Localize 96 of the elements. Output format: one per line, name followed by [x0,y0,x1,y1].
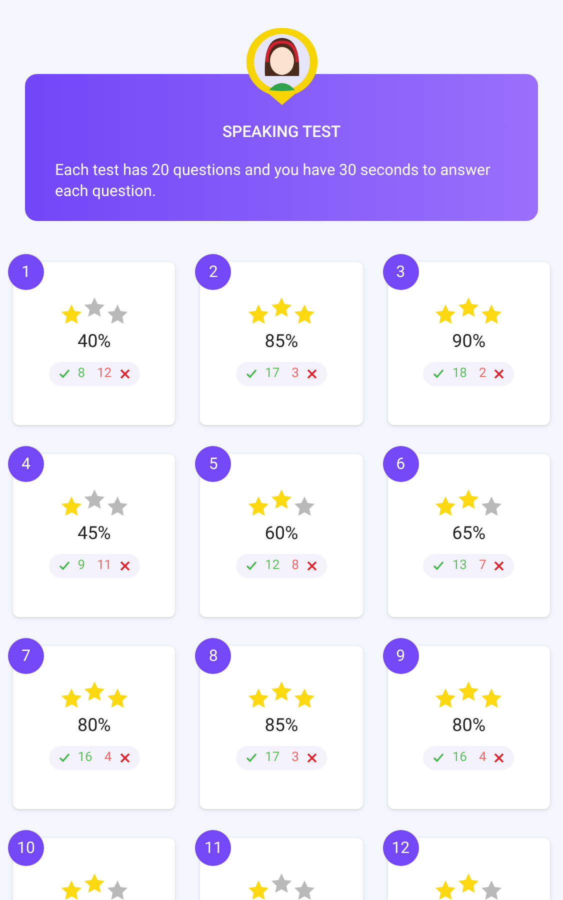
test-number: 6 [382,446,419,482]
star-icon [106,303,129,326]
test-number: 9 [382,638,419,674]
star-icon [434,879,458,900]
wrong-count: 12 [97,365,112,384]
wrong-count: 2 [478,365,486,384]
score-percent: 80% [77,714,111,738]
star-icon [246,687,270,710]
avatar-icon [245,26,319,106]
test-number: 5 [195,446,232,482]
cross-icon [494,369,504,379]
check-icon [246,753,258,763]
score-percent: 65% [452,522,486,546]
cross-icon [306,561,317,571]
star-icon [434,303,458,326]
cross-icon [306,753,317,763]
cross-icon [120,369,130,379]
cross-icon [494,561,504,571]
star-icon [82,488,106,511]
test-number: 7 [8,638,44,674]
check-icon [433,561,444,571]
test-description: Each test has 20 questions and you have 30 seconds to answer each question. [55,160,492,202]
star-icon [246,879,270,900]
star-icon [106,687,129,710]
check-icon [58,561,70,571]
test-number: 2 [195,254,232,290]
star-icon [60,687,83,710]
wrong-count: 11 [97,557,112,576]
check-icon [58,753,70,763]
correct-count: 8 [78,365,85,384]
correct-count: 13 [452,557,467,576]
correct-count: 18 [452,365,467,384]
correct-count: 16 [452,749,467,768]
test-number: 4 [8,446,44,482]
star-icon [270,296,293,319]
star-icon [106,879,129,900]
score-percent: 40% [77,330,111,354]
star-icon [292,495,316,518]
score-percent: 60% [264,522,298,546]
check-icon [58,369,70,379]
correct-count: 17 [265,749,280,768]
star-icon [292,879,316,900]
test-number: 11 [195,830,232,866]
wrong-count: 3 [292,365,299,384]
star-icon [82,872,106,895]
star-icon [246,495,270,518]
check-icon [433,369,444,379]
star-icon [480,879,504,900]
score-percent: 45% [77,522,111,546]
test-number: 8 [195,638,232,674]
star-icon [480,495,504,518]
star-icon [82,680,106,703]
star-icon [82,296,106,319]
test-title: SPEAKING TEST [222,121,341,143]
check-icon [433,753,444,763]
star-icon [457,872,480,895]
score-percent: 85% [264,330,298,354]
test-number: 12 [382,830,419,866]
wrong-count: 4 [104,749,112,768]
star-icon [60,303,83,326]
score-percent: 85% [264,714,298,738]
star-icon [270,488,293,511]
star-icon [292,687,316,710]
check-icon [246,369,258,379]
correct-count: 12 [265,557,280,576]
cross-icon [120,753,130,763]
star-icon [457,488,480,511]
test-number: 3 [382,254,419,290]
star-icon [457,680,480,703]
wrong-count: 8 [292,557,299,576]
wrong-count: 3 [292,749,299,768]
test-number: 1 [8,254,44,290]
star-icon [60,879,83,900]
test-number: 10 [8,830,44,866]
star-icon [457,296,480,319]
star-icon [480,687,504,710]
wrong-count: 4 [478,749,486,768]
cross-icon [306,369,317,379]
star-icon [434,687,458,710]
correct-count: 17 [265,365,280,384]
check-icon [246,561,258,571]
cross-icon [494,753,504,763]
star-icon [480,303,504,326]
star-icon [60,495,83,518]
cross-icon [120,561,130,571]
star-icon [292,303,316,326]
score-percent: 90% [452,330,486,354]
star-icon [246,303,270,326]
wrong-count: 7 [478,557,486,576]
star-icon [434,495,458,518]
correct-count: 9 [78,557,85,576]
star-icon [270,680,293,703]
star-icon [270,872,293,895]
correct-count: 16 [78,749,92,768]
score-percent: 80% [452,714,486,738]
star-icon [106,495,129,518]
